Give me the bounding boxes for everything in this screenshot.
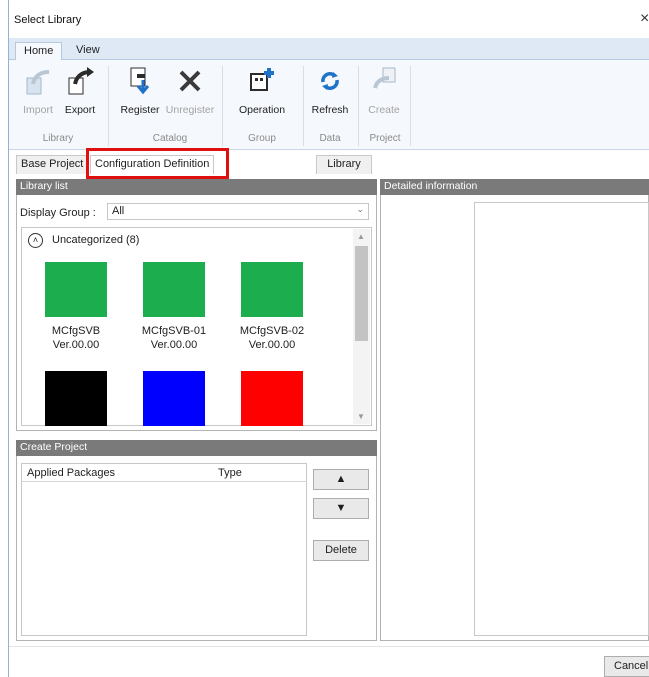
import-icon <box>26 70 50 95</box>
library-item-label[interactable]: MCfgSVB Ver.00.00 <box>31 324 121 352</box>
library-item-version: Ver.00.00 <box>150 339 198 351</box>
library-item-label[interactable]: MCfgSVB-01 Ver.00.00 <box>129 324 219 352</box>
library-item-name: MCfgSVB-02 <box>239 325 305 337</box>
group-separator <box>358 66 359 146</box>
cancel-button[interactable]: Cancel <box>604 656 649 677</box>
library-item-thumbnail[interactable] <box>241 262 303 317</box>
operation-button[interactable]: Operation <box>230 64 294 116</box>
scrollbar-thumb[interactable] <box>355 246 368 341</box>
register-icon <box>130 67 150 95</box>
group-separator <box>222 66 223 146</box>
column-header-type[interactable]: Type <box>218 467 242 479</box>
unregister-label: Unregister <box>165 104 215 116</box>
move-up-button[interactable]: ▲ <box>313 469 369 490</box>
group-label-project: Project <box>369 133 401 144</box>
category-label: Uncategorized (8) <box>52 234 140 246</box>
group-label-group: Group <box>248 133 276 144</box>
refresh-button[interactable]: Refresh <box>309 64 351 116</box>
ribbon-tab-home[interactable]: Home <box>15 42 63 61</box>
register-label: Register <box>120 104 160 116</box>
scroll-down-icon[interactable]: ▼ <box>357 412 365 421</box>
refresh-icon <box>321 72 339 90</box>
tab-library[interactable]: Library <box>316 155 372 174</box>
chevron-down-icon: ⌄ <box>356 204 364 214</box>
library-list-header: Library list <box>16 179 377 195</box>
refresh-label: Refresh <box>311 104 349 116</box>
title-bar <box>9 0 649 38</box>
detail-content-area <box>474 202 649 636</box>
export-label: Export <box>64 104 96 116</box>
group-label-catalog: Catalog <box>152 133 188 144</box>
import-button[interactable]: Import <box>18 64 58 116</box>
create-button[interactable]: Create <box>364 64 404 116</box>
detailed-information-header: Detailed information <box>380 179 649 195</box>
unregister-button[interactable]: Unregister <box>164 64 216 116</box>
group-separator <box>410 66 411 146</box>
library-item-name: MCfgSVB <box>51 325 101 337</box>
highlight-box <box>86 148 229 179</box>
library-item-thumbnail[interactable] <box>241 371 303 426</box>
delete-x-icon <box>179 70 201 92</box>
create-project-header: Create Project <box>16 440 377 456</box>
library-item-thumbnail[interactable] <box>143 371 205 426</box>
group-label-data: Data <box>319 133 341 144</box>
column-header-applied-packages[interactable]: Applied Packages <box>27 467 115 479</box>
group-separator <box>303 66 304 146</box>
collapse-chevron-icon[interactable]: ˄ <box>28 233 43 248</box>
operation-label: Operation <box>238 104 286 116</box>
import-label: Import <box>23 104 53 116</box>
operation-icon <box>250 68 274 91</box>
register-button[interactable]: Register <box>116 64 164 116</box>
library-item-name: MCfgSVB-01 <box>141 325 207 337</box>
display-group-select[interactable]: All ⌄ <box>107 203 369 220</box>
create-label: Create <box>368 104 400 116</box>
tab-base-project[interactable]: Base Project <box>16 155 89 174</box>
library-item-version: Ver.00.00 <box>248 339 296 351</box>
footer-divider <box>9 646 649 647</box>
group-separator <box>108 66 109 146</box>
applied-packages-table[interactable] <box>21 463 307 636</box>
group-label-library: Library <box>42 133 74 144</box>
export-button[interactable]: Export <box>60 64 100 116</box>
library-item-label[interactable]: MCfgSVB-02 Ver.00.00 <box>227 324 317 352</box>
library-item-thumbnail[interactable] <box>45 371 107 426</box>
delete-button[interactable]: Delete <box>313 540 369 561</box>
library-item-thumbnail[interactable] <box>45 262 107 317</box>
library-item-version: Ver.00.00 <box>52 339 100 351</box>
scroll-up-icon[interactable]: ▲ <box>357 232 365 241</box>
ribbon-tab-view[interactable]: View <box>68 42 108 61</box>
create-icon <box>373 67 396 89</box>
display-group-value: All <box>112 205 125 217</box>
move-down-button[interactable]: ▼ <box>313 498 369 519</box>
close-icon[interactable]: × <box>640 10 649 28</box>
display-group-label: Display Group : <box>20 207 96 219</box>
export-icon <box>68 67 94 95</box>
library-item-thumbnail[interactable] <box>143 262 205 317</box>
window-title: Select Library <box>14 14 82 26</box>
